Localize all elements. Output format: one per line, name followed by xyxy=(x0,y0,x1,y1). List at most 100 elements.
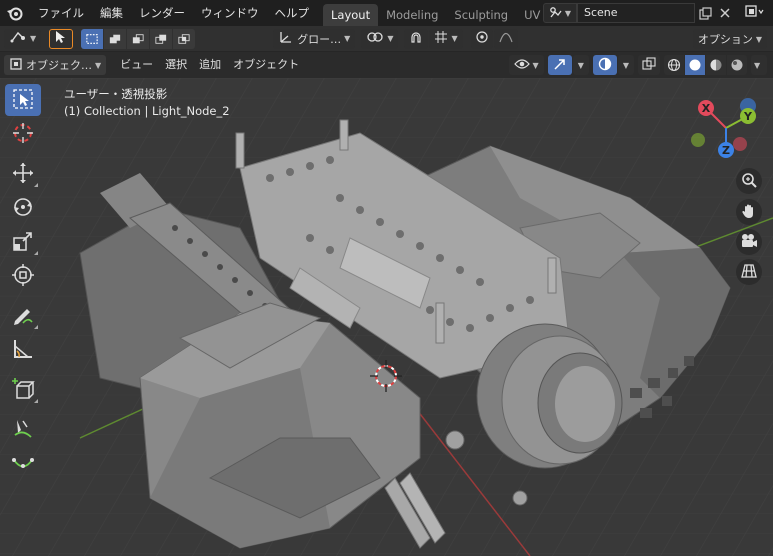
3d-viewport[interactable] xyxy=(0,78,773,556)
select-new-icon[interactable] xyxy=(81,28,104,49)
orientation-label: グロー… xyxy=(297,32,342,46)
menu-render[interactable]: レンダー xyxy=(131,0,193,26)
shading-mode-group xyxy=(664,55,747,75)
y-axis-label: Y xyxy=(743,110,753,123)
view-layer-button[interactable] xyxy=(740,3,770,23)
select-intersect-icon[interactable] xyxy=(173,28,196,49)
select-box-tool[interactable] xyxy=(5,84,41,116)
select-tool-button[interactable] xyxy=(49,28,74,49)
viewport-scene xyxy=(0,78,773,556)
brush-icon xyxy=(11,417,35,444)
mode-dropdown[interactable]: オブジェク… ▼ xyxy=(4,55,107,75)
snap-grid-icon xyxy=(434,30,448,47)
pan-button[interactable] xyxy=(736,199,762,225)
visibility-dropdown[interactable]: ▼ xyxy=(508,55,544,75)
navigation-gizmo[interactable]: X Y Z xyxy=(690,92,762,164)
measure-tool[interactable] xyxy=(5,334,41,366)
rendered-shading-icon[interactable] xyxy=(727,55,747,75)
menu-add[interactable]: 追加 xyxy=(193,55,227,75)
chevron-down-icon: ▼ xyxy=(754,60,761,70)
camera-icon xyxy=(740,233,758,252)
eye-icon xyxy=(513,58,530,73)
move-tool[interactable] xyxy=(5,158,41,190)
gizmo-dropdown[interactable]: ▼ xyxy=(572,55,589,75)
z-axis-label: Z xyxy=(722,144,730,157)
cursor-tool[interactable] xyxy=(5,118,41,150)
chevron-down-icon: ▼ xyxy=(30,34,37,43)
cursor-icon xyxy=(11,121,35,148)
blender-logo-icon[interactable] xyxy=(0,0,30,26)
viewport-title: ユーザー・透視投影 xyxy=(64,87,168,101)
zoom-button[interactable] xyxy=(736,168,762,194)
shading-dropdown[interactable]: ▼ xyxy=(751,55,767,75)
gizmo-toggle[interactable] xyxy=(547,55,572,75)
xray-icon xyxy=(642,56,656,74)
menu-help[interactable]: ヘルプ xyxy=(267,0,318,26)
wireframe-shading-icon[interactable] xyxy=(664,55,684,75)
overlays-toggle[interactable] xyxy=(592,55,617,75)
solid-shading-icon[interactable] xyxy=(685,55,705,75)
ortho-toggle-button[interactable] xyxy=(736,259,762,285)
gizmo-arrow-icon xyxy=(553,57,567,74)
overlays-icon xyxy=(598,57,612,74)
menu-edit[interactable]: 編集 xyxy=(92,0,131,26)
chevron-down-icon: ▼ xyxy=(451,34,458,43)
viewport-collection-label: (1) Collection | Light_Node_2 xyxy=(64,104,230,118)
close-icon[interactable] xyxy=(715,3,735,23)
overlays-dropdown[interactable]: ▼ xyxy=(617,55,634,75)
rotate-icon xyxy=(11,195,35,222)
curve-icon xyxy=(11,451,35,478)
select-extend-icon[interactable] xyxy=(104,28,127,49)
view-layer-icon xyxy=(745,4,765,22)
mode-label: オブジェク… xyxy=(26,59,92,72)
tab-modeling[interactable]: Modeling xyxy=(378,4,446,26)
transform-icon xyxy=(11,263,35,290)
proportional-edit-toggle[interactable] xyxy=(470,28,493,49)
menu-view[interactable]: ビュー xyxy=(114,55,159,75)
tool-shelf xyxy=(5,84,43,482)
chevron-down-icon: ▼ xyxy=(622,60,629,70)
select-box-icon xyxy=(12,88,34,113)
select-invert-icon[interactable] xyxy=(150,28,173,49)
transform-orientation-dropdown[interactable]: グロー… ▼ xyxy=(273,28,356,49)
camera-view-button[interactable] xyxy=(736,229,762,255)
scene-browse-button[interactable]: ▼ xyxy=(543,3,577,23)
menu-select[interactable]: 選択 xyxy=(159,55,193,75)
snap-toggle[interactable] xyxy=(404,28,429,49)
neg-x-axis-handle[interactable] xyxy=(733,137,747,151)
xray-toggle[interactable] xyxy=(638,55,660,75)
scene-name-field[interactable]: Scene xyxy=(577,3,695,23)
tab-sculpting[interactable]: Sculpting xyxy=(446,4,516,26)
chevron-down-icon: ▼ xyxy=(344,34,351,43)
tool-settings-button[interactable]: ▼ xyxy=(4,28,42,49)
measure-icon xyxy=(11,337,35,364)
new-scene-icon[interactable] xyxy=(695,3,715,23)
options-dropdown[interactable]: オプション ▼ xyxy=(692,29,767,49)
material-shading-icon[interactable] xyxy=(706,55,726,75)
menu-window[interactable]: ウィンドウ xyxy=(193,0,267,26)
annotate-tool[interactable] xyxy=(5,300,41,332)
transform-tool[interactable] xyxy=(5,260,41,292)
falloff-dropdown[interactable] xyxy=(493,28,518,49)
annotate-icon xyxy=(11,303,35,330)
scale-tool[interactable] xyxy=(5,226,41,258)
rotate-tool[interactable] xyxy=(5,192,41,224)
tab-layout[interactable]: Layout xyxy=(323,4,379,26)
curve-tool[interactable] xyxy=(5,448,41,480)
menu-object[interactable]: オブジェクト xyxy=(227,55,305,75)
select-subtract-icon[interactable] xyxy=(127,28,150,49)
add-cube-tool[interactable] xyxy=(5,374,41,406)
neg-y-axis-handle[interactable] xyxy=(691,133,705,147)
sculpt-brush-tool[interactable] xyxy=(5,414,41,446)
orientation-icon xyxy=(278,30,294,47)
snap-target-dropdown[interactable]: ▼ xyxy=(429,28,463,49)
chevron-down-icon: ▼ xyxy=(577,60,584,70)
move-icon xyxy=(11,161,35,188)
menu-file[interactable]: ファイル xyxy=(30,0,92,26)
pivot-point-dropdown[interactable]: ▼ xyxy=(361,28,399,49)
object-tool-icon xyxy=(9,30,27,47)
tool-header: ▼ グロー… ▼ ▼ ▼ オプション ▼ xyxy=(0,26,773,52)
chevron-down-icon: ▼ xyxy=(95,60,102,70)
chevron-down-icon: ▼ xyxy=(532,60,539,70)
magnet-icon xyxy=(409,30,423,47)
